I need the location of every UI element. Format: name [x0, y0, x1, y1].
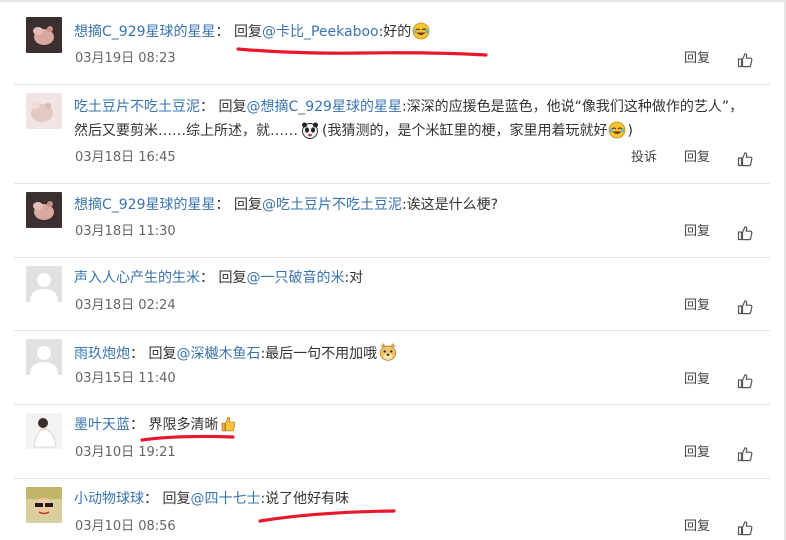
reply-prefix: 回复 — [162, 491, 191, 507]
reply-prefix: 回复 — [233, 24, 262, 40]
comment-text: 界限多清晰 — [148, 417, 219, 433]
comment-line-continued: 然后又要剪米……综上所述，就…… (我猜测的，是个米缸里的梗，家里用着玩就好) — [74, 121, 633, 141]
comment-line: 小动物球球： 回复@四十七士:说了他好有味 — [74, 489, 349, 509]
laugh-cry-emoji-icon — [608, 121, 626, 139]
comment-line: 吃土豆片不吃土豆泥： 回复@想摘C_929星球的星星:深深的应援色是蓝色，他说“… — [74, 97, 743, 117]
reply-button[interactable]: 回复 — [684, 444, 710, 462]
thumbs-up-icon[interactable] — [737, 225, 753, 241]
username-link[interactable]: 声入人心产生的生米 — [74, 270, 200, 286]
comment-line: 想摘C_929星球的星星： 回复@卡比_Peekaboo:好的 — [74, 22, 431, 42]
comment-timestamp: 03月15日 11:40 — [75, 371, 176, 386]
reply-prefix: 回复 — [218, 99, 247, 115]
avatar[interactable] — [26, 413, 62, 449]
report-button[interactable]: 投诉 — [631, 149, 657, 167]
thumbs-up-icon[interactable] — [737, 520, 753, 536]
comment-line: 墨叶天蓝： 界限多清晰 — [74, 415, 238, 435]
comment-text: :诶这是什么梗? — [401, 197, 499, 213]
avatar[interactable] — [26, 93, 62, 129]
comment-text: :好的 — [378, 24, 412, 40]
reply-button[interactable]: 回复 — [684, 149, 710, 167]
comment-line: 想摘C_929星球的星星： 回复@吃土豆片不吃土豆泥:诶这是什么梗? — [74, 195, 498, 215]
avatar[interactable] — [26, 266, 62, 302]
comment-text-continued: 然后又要剪米……综上所述，就…… — [74, 123, 298, 139]
separator-colon: ： — [144, 491, 158, 507]
divider — [14, 84, 770, 85]
username-link[interactable]: 雨玖炮炮 — [74, 346, 130, 362]
mention-link[interactable]: @卡比_Peekaboo — [262, 24, 379, 40]
thumbs-up-icon[interactable] — [737, 373, 753, 389]
thumbs-up-icon[interactable] — [737, 52, 753, 68]
reply-button[interactable]: 回复 — [684, 371, 710, 389]
username-link[interactable]: 墨叶天蓝 — [74, 417, 130, 433]
reply-button[interactable]: 回复 — [684, 297, 710, 315]
mention-link[interactable]: @深樾木鱼石 — [176, 346, 260, 362]
separator-colon: ： — [215, 24, 230, 40]
separator-colon: ： — [215, 197, 230, 213]
comment-timestamp: 03月18日 02:24 — [75, 298, 176, 313]
laugh-cry-emoji-icon — [412, 22, 430, 40]
reply-button[interactable]: 回复 — [684, 223, 710, 241]
reply-button[interactable]: 回复 — [684, 50, 710, 68]
thumbs-up-icon[interactable] — [737, 446, 753, 462]
username-link[interactable]: 小动物球球 — [74, 491, 144, 507]
comment-text: :说了他好有味 — [260, 491, 350, 507]
comment-text: :深深的应援色是蓝色，他说“像我们这种做作的艺人”， — [401, 99, 744, 115]
reply-button[interactable]: 回复 — [684, 518, 710, 536]
separator-colon: ： — [200, 270, 214, 286]
divider — [14, 330, 770, 331]
comment-text-note: (我猜测的，是个米缸里的梗，家里用着玩就好 — [322, 123, 608, 139]
separator-colon: ： — [200, 99, 214, 115]
divider — [14, 404, 770, 405]
comment-text-close: ) — [627, 123, 633, 139]
comment-line: 声入人心产生的生米： 回复@一只破音的米:对 — [74, 268, 363, 288]
divider — [14, 183, 770, 184]
separator-colon: ： — [130, 417, 144, 433]
mention-link[interactable]: @四十七士 — [190, 491, 260, 507]
avatar[interactable] — [26, 17, 62, 53]
username-link[interactable]: 吃土豆片不吃土豆泥 — [74, 99, 200, 115]
frame-top-border — [0, 0, 786, 2]
divider — [14, 257, 770, 258]
thumbs-up-emoji-icon — [219, 415, 237, 433]
mention-link[interactable]: @吃土豆片不吃土豆泥 — [262, 197, 402, 213]
comment-timestamp: 03月19日 08:23 — [75, 51, 176, 66]
username-link[interactable]: 想摘C_929星球的星星 — [74, 197, 216, 213]
username-link[interactable]: 想摘C_929星球的星星 — [74, 24, 216, 40]
reply-prefix: 回复 — [233, 197, 262, 213]
comment-text: :对 — [344, 270, 364, 286]
avatar[interactable] — [26, 192, 62, 228]
separator-colon: ： — [130, 346, 144, 362]
comment-timestamp: 03月10日 19:21 — [75, 445, 176, 460]
panda-emoji-icon — [301, 121, 319, 139]
comment-timestamp: 03月10日 08:56 — [75, 519, 176, 534]
mention-link[interactable]: @想摘C_929星球的星星 — [246, 99, 402, 115]
comment-text: :最后一句不用加哦 — [260, 346, 378, 362]
comment-timestamp: 03月18日 11:30 — [75, 224, 176, 239]
comment-line: 雨玖炮炮： 回复@深樾木鱼石:最后一句不用加哦 — [74, 342, 399, 364]
mention-link[interactable]: @一只破音的米 — [246, 270, 344, 286]
reply-prefix: 回复 — [218, 270, 247, 286]
doge-emoji-icon — [378, 342, 398, 362]
reply-prefix: 回复 — [148, 346, 177, 362]
thumbs-up-icon[interactable] — [737, 151, 753, 167]
avatar[interactable] — [26, 487, 62, 523]
avatar[interactable] — [26, 339, 62, 375]
thumbs-up-icon[interactable] — [737, 299, 753, 315]
comment-timestamp: 03月18日 16:45 — [75, 150, 176, 165]
red-underline-annotation — [236, 47, 488, 57]
divider — [14, 478, 770, 479]
